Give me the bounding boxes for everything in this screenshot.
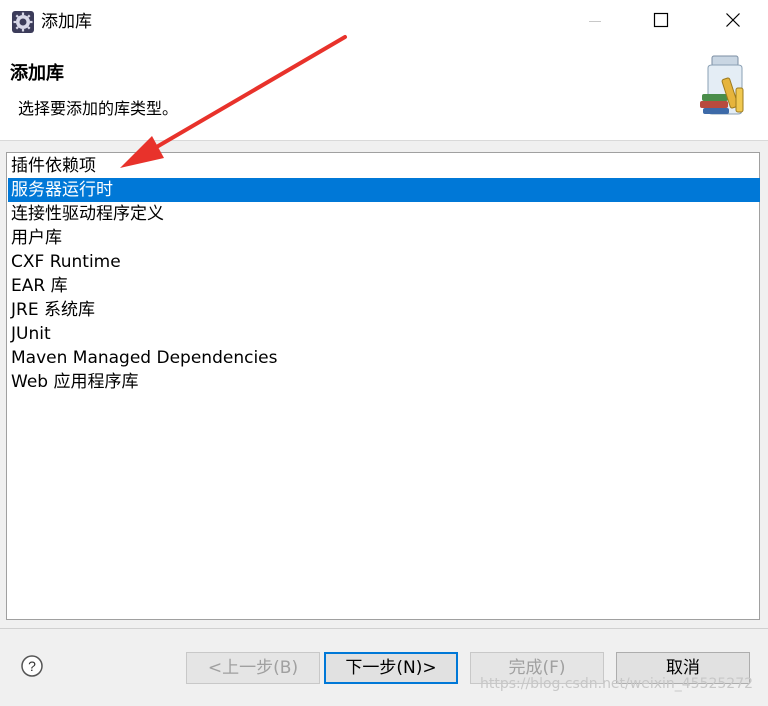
list-item[interactable]: JUnit [8, 322, 760, 346]
footer-divider [0, 628, 768, 629]
maximize-button[interactable] [638, 0, 684, 44]
page-title: 添加库 [10, 63, 64, 84]
list-item[interactable]: EAR 库 [8, 274, 760, 298]
list-item[interactable]: 连接性驱动程序定义 [8, 202, 760, 226]
list-item[interactable]: CXF Runtime [8, 250, 760, 274]
list-item[interactable]: Maven Managed Dependencies [8, 346, 760, 370]
library-type-list[interactable]: 插件依赖项 服务器运行时 连接性驱动程序定义 用户库 CXF Runtime E… [6, 152, 760, 620]
help-icon[interactable]: ? [20, 654, 44, 678]
library-jar-icon [696, 54, 756, 116]
eclipse-gear-icon [11, 10, 35, 34]
svg-text:?: ? [28, 658, 36, 674]
list-item-selected[interactable]: 服务器运行时 [8, 178, 760, 202]
list-item[interactable]: JRE 系统库 [8, 298, 760, 322]
list-item[interactable]: 插件依赖项 [8, 154, 760, 178]
minimize-icon [588, 13, 602, 32]
close-icon [725, 12, 741, 32]
watermark: https://blog.csdn.net/weixin_45525272 [480, 676, 754, 692]
page-description: 选择要添加的库类型。 [18, 99, 179, 118]
back-button[interactable]: <上一步(B) [186, 652, 320, 684]
close-button[interactable] [710, 0, 756, 44]
wizard-header: 添加库 选择要添加的库类型。 [0, 44, 768, 141]
list-item[interactable]: 用户库 [8, 226, 760, 250]
window-title: 添加库 [41, 12, 92, 32]
title-bar: 添加库 [0, 0, 768, 44]
maximize-icon [653, 12, 669, 32]
list-item[interactable]: Web 应用程序库 [8, 370, 760, 394]
minimize-button[interactable] [572, 0, 618, 44]
next-button[interactable]: 下一步(N)> [324, 652, 458, 684]
